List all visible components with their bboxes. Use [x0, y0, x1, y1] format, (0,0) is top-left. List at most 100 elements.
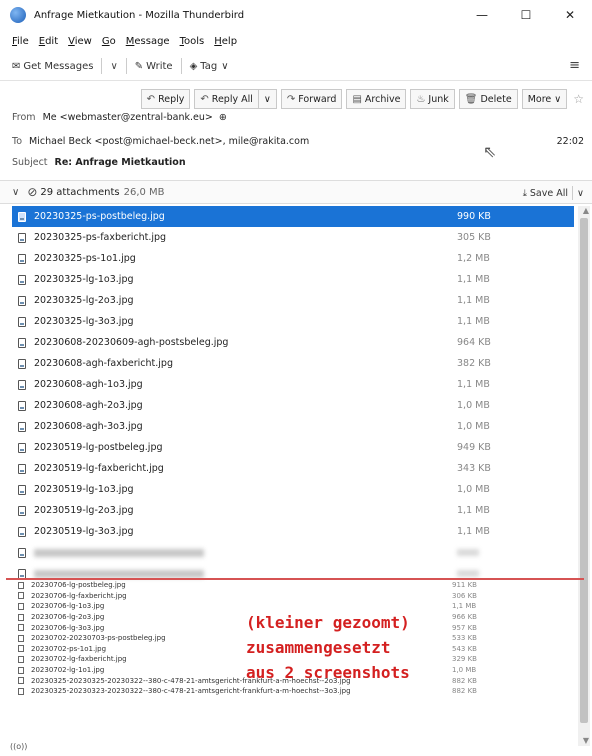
window-title: Anfrage Mietkaution - Mozilla Thunderbir… [34, 9, 245, 21]
attachment-name: 20230325-lg-1o3.jpg [34, 274, 134, 285]
attachment-size: 382 KB [457, 358, 491, 369]
chevron-down-icon[interactable]: ∨ [12, 187, 19, 198]
trash-icon: 🗑 [464, 93, 478, 105]
list-item[interactable]: 20230325-lg-2o3.jpg 1,1 MB [12, 290, 574, 311]
image-file-icon [18, 592, 24, 600]
image-file-icon [18, 253, 26, 264]
image-file-icon [18, 677, 24, 685]
attachment-name: 20230702-lg-faxbericht.jpg [31, 655, 127, 664]
attachment-name: 20230325-20230323-20230322--380-c-478-21… [31, 687, 351, 696]
annotation-line: zusammengesetzt [246, 638, 391, 657]
chevron-down-icon[interactable]: ∨ [577, 188, 584, 199]
reply-all-dropdown[interactable]: ∨ [257, 89, 277, 109]
image-file-icon [18, 295, 26, 306]
to-value[interactable]: Michael Beck <post@michael-beck.net>, mi… [29, 136, 309, 147]
attachment-name: 20230519-lg-2o3.jpg [34, 505, 134, 516]
tag-label: Tag [200, 60, 218, 72]
reply-all-button[interactable]: ↶ Reply All [194, 89, 259, 109]
list-item-redacted[interactable] [12, 542, 574, 563]
list-item[interactable]: 20230706-lg-postbeleg.jpg 911 KB [12, 580, 572, 591]
attachment-name: 20230702-lg-1o1.jpg [31, 666, 105, 675]
image-file-icon [18, 602, 24, 610]
reply-button[interactable]: ↶ Reply [140, 89, 191, 109]
image-file-icon [18, 463, 26, 474]
maximize-button[interactable]: ☐ [504, 0, 548, 30]
scroll-down-icon[interactable]: ▼ [583, 736, 589, 745]
list-item[interactable]: 20230519-lg-1o3.jpg 1,0 MB [12, 479, 574, 500]
list-item[interactable]: 20230325-lg-1o3.jpg 1,1 MB [12, 269, 574, 290]
archive-button[interactable]: ▤ Archive [346, 89, 407, 109]
minimize-button[interactable]: — [460, 0, 504, 30]
star-icon[interactable]: ☆ [573, 92, 584, 106]
list-item[interactable]: 20230325-ps-postbeleg.jpg 990 KB [12, 206, 574, 227]
title-bar: Anfrage Mietkaution - Mozilla Thunderbir… [0, 0, 592, 30]
attachment-name: 20230325-lg-3o3.jpg [34, 316, 134, 327]
attachment-total-size: 26,0 MB [123, 186, 165, 198]
get-messages-button[interactable]: ✉ Get Messages [12, 61, 93, 72]
main-toolbar: ✉ Get Messages ∨ ✎ Write ◈ Tag ∨ ≡ [0, 55, 592, 77]
attachment-size: 882 KB [452, 676, 477, 685]
image-file-icon [18, 613, 24, 621]
list-item[interactable]: 20230608-20230609-agh-postsbeleg.jpg 964… [12, 332, 574, 353]
image-file-icon [18, 624, 24, 632]
forward-button[interactable]: ↷ Forward [280, 89, 343, 109]
reply-all-label: Reply All [211, 93, 253, 105]
menu-view[interactable]: View [68, 36, 92, 47]
attachment-name: 20230519-lg-3o3.jpg [34, 526, 134, 537]
reply-label: Reply [158, 93, 185, 105]
app-menu-icon[interactable]: ≡ [569, 58, 580, 73]
list-item[interactable]: 20230519-lg-faxbericht.jpg 343 KB [12, 458, 574, 479]
window-controls: — ☐ ✕ [460, 0, 592, 30]
delete-button[interactable]: 🗑 Delete [458, 89, 518, 109]
menu-help[interactable]: Help [214, 36, 237, 47]
reply-all-icon: ↶ [200, 93, 209, 105]
list-item[interactable]: 20230706-lg-faxbericht.jpg 306 KB [12, 591, 572, 602]
tag-button[interactable]: ◈ Tag ∨ [190, 61, 229, 72]
scroll-up-icon[interactable]: ▲ [583, 206, 589, 215]
image-file-icon [18, 666, 24, 674]
attachment-size: 1,2 MB [457, 253, 490, 264]
list-item[interactable]: 20230608-agh-1o3.jpg 1,1 MB [12, 374, 574, 395]
attachment-size: 1,0 MB [452, 666, 477, 675]
junk-button[interactable]: ♨ Junk [410, 89, 455, 109]
attachment-size: 329 KB [452, 655, 477, 664]
image-file-icon [18, 442, 26, 453]
image-file-icon [18, 505, 26, 516]
menu-message[interactable]: Message [126, 36, 170, 47]
menu-go[interactable]: Go [102, 36, 116, 47]
contact-icon[interactable]: ⊕ [219, 112, 227, 123]
from-value[interactable]: Me <webmaster@zentral-bank.eu> [43, 112, 213, 123]
attachment-count: 29 attachments [40, 186, 120, 198]
list-item[interactable]: 20230608-agh-faxbericht.jpg 382 KB [12, 353, 574, 374]
attachment-list: 20230325-ps-postbeleg.jpg 990 KB 2023032… [12, 206, 574, 584]
menu-edit[interactable]: Edit [39, 36, 58, 47]
junk-label: Junk [428, 93, 449, 105]
list-item[interactable]: 20230519-lg-2o3.jpg 1,1 MB [12, 500, 574, 521]
list-item[interactable]: 20230325-20230323-20230322--380-c-478-21… [12, 686, 572, 697]
redacted-bar [34, 548, 204, 557]
list-item[interactable]: 20230519-lg-postbeleg.jpg 949 KB [12, 437, 574, 458]
image-file-icon [18, 274, 26, 285]
list-item[interactable]: 20230608-agh-2o3.jpg 1,0 MB [12, 395, 574, 416]
image-file-icon [18, 358, 26, 369]
attachment-bar[interactable]: ∨ ⊘ 29 attachments 26,0 MB ⤓ Save All ∨ [0, 180, 592, 204]
attachment-name: 20230702-20230703-ps-postbeleg.jpg [31, 634, 166, 643]
list-item[interactable]: 20230325-ps-faxbericht.jpg 305 KB [12, 227, 574, 248]
list-item[interactable]: 20230325-ps-1o1.jpg 1,2 MB [12, 248, 574, 269]
separator [101, 58, 103, 74]
write-button[interactable]: ✎ Write [135, 61, 173, 72]
get-messages-dropdown-icon[interactable]: ∨ [110, 61, 117, 72]
scrollbar-thumb[interactable] [580, 218, 588, 723]
menu-tools[interactable]: Tools [180, 36, 205, 47]
save-all-button[interactable]: ⤓ Save All ∨ [523, 186, 584, 200]
more-button[interactable]: More ∨ [521, 89, 568, 109]
forward-icon: ↷ [286, 93, 296, 105]
list-item[interactable]: 20230608-agh-3o3.jpg 1,0 MB [12, 416, 574, 437]
list-item[interactable]: 20230519-lg-3o3.jpg 1,1 MB [12, 521, 574, 542]
list-item[interactable]: 20230325-lg-3o3.jpg 1,1 MB [12, 311, 574, 332]
attachment-size: 911 KB [452, 581, 477, 590]
write-label: Write [146, 60, 173, 72]
redacted-bar [34, 569, 204, 578]
close-button[interactable]: ✕ [548, 0, 592, 30]
menu-file[interactable]: File [12, 36, 29, 47]
